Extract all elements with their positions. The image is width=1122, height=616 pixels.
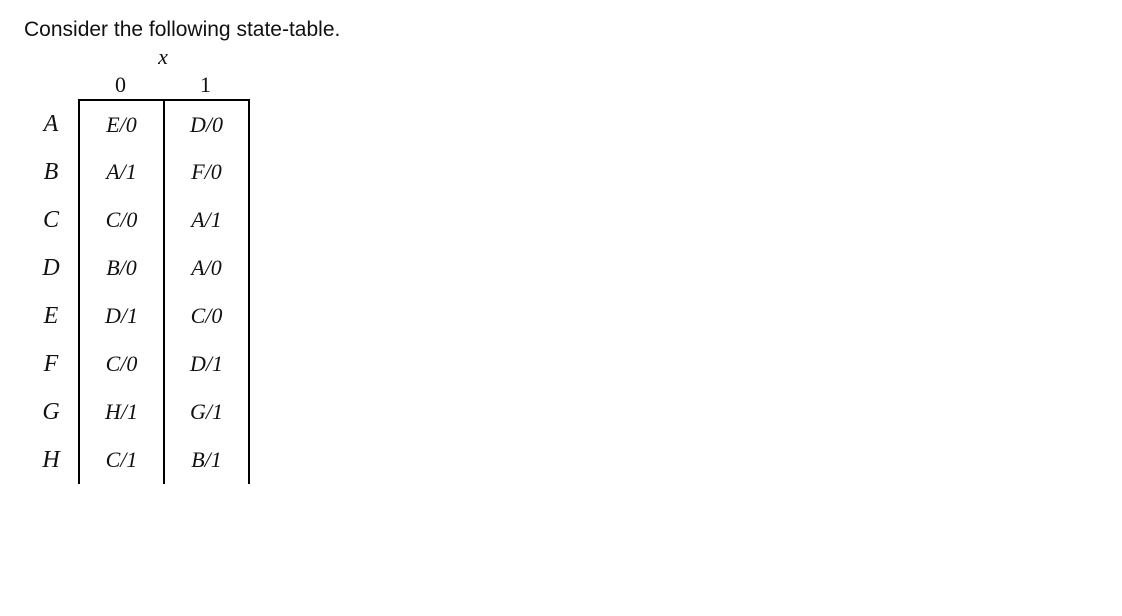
state-label: D bbox=[34, 255, 78, 282]
column-headers: 0 1 bbox=[78, 72, 248, 98]
input-variable-label: x bbox=[78, 44, 248, 70]
state-cell: F/0 bbox=[165, 148, 250, 196]
table-row: B A/1 F/0 bbox=[34, 148, 1098, 196]
column-header-1: 1 bbox=[163, 72, 248, 98]
state-cell: C/0 bbox=[80, 196, 165, 244]
state-label: B bbox=[34, 159, 78, 186]
state-cell: D/1 bbox=[165, 340, 250, 388]
column-header-0: 0 bbox=[78, 72, 163, 98]
state-cell: H/1 bbox=[80, 388, 165, 436]
state-label: A bbox=[34, 111, 78, 138]
state-cell: A/0 bbox=[165, 244, 250, 292]
state-cell: C/0 bbox=[165, 292, 250, 340]
table-row: F C/0 D/1 bbox=[34, 340, 1098, 388]
state-table: x 0 1 A E/0 D/0 B A/1 F/0 C C/0 A/1 D B/… bbox=[34, 44, 1098, 484]
state-cell: C/0 bbox=[80, 340, 165, 388]
state-cell: D/0 bbox=[165, 101, 250, 149]
state-cell: E/0 bbox=[80, 101, 165, 149]
state-cell: D/1 bbox=[80, 292, 165, 340]
state-cell: G/1 bbox=[165, 388, 250, 436]
state-cell: B/1 bbox=[165, 436, 250, 484]
state-label: H bbox=[34, 447, 78, 474]
table-row: E D/1 C/0 bbox=[34, 292, 1098, 340]
state-label: C bbox=[34, 207, 78, 234]
state-cell: A/1 bbox=[165, 196, 250, 244]
table-row: A E/0 D/0 bbox=[34, 100, 1098, 148]
table-row: G H/1 G/1 bbox=[34, 388, 1098, 436]
state-label: G bbox=[34, 399, 78, 426]
prompt-text: Consider the following state-table. bbox=[24, 18, 1098, 42]
state-cell: B/0 bbox=[80, 244, 165, 292]
state-label: E bbox=[34, 303, 78, 330]
state-label: F bbox=[34, 351, 78, 378]
table-row: D B/0 A/0 bbox=[34, 244, 1098, 292]
table-row: C C/0 A/1 bbox=[34, 196, 1098, 244]
state-cell: C/1 bbox=[80, 436, 165, 484]
state-cell: A/1 bbox=[80, 148, 165, 196]
table-row: H C/1 B/1 bbox=[34, 436, 1098, 484]
